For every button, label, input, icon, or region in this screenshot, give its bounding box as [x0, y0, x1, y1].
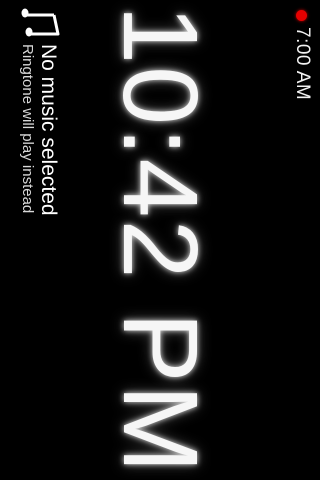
current-time-display: 10:42 PM — [101, 5, 219, 475]
music-selection[interactable]: No music selected Ringtone will play ins… — [18, 8, 60, 216]
landscape-content: 7:00 AM 10:42 PM No music selected Ringt… — [0, 0, 320, 480]
clock-screen: 7:00 AM 10:42 PM No music selected Ringt… — [0, 0, 320, 480]
alarm-indicator[interactable]: 7:00 AM — [292, 10, 313, 101]
music-subtitle: Ringtone will play instead — [19, 44, 36, 214]
alarm-time-label: 7:00 AM — [292, 27, 313, 101]
music-text: No music selected Ringtone will play ins… — [18, 44, 60, 216]
alarm-status-dot — [296, 10, 308, 21]
music-note-icon — [21, 8, 60, 37]
music-title: No music selected — [37, 44, 60, 216]
